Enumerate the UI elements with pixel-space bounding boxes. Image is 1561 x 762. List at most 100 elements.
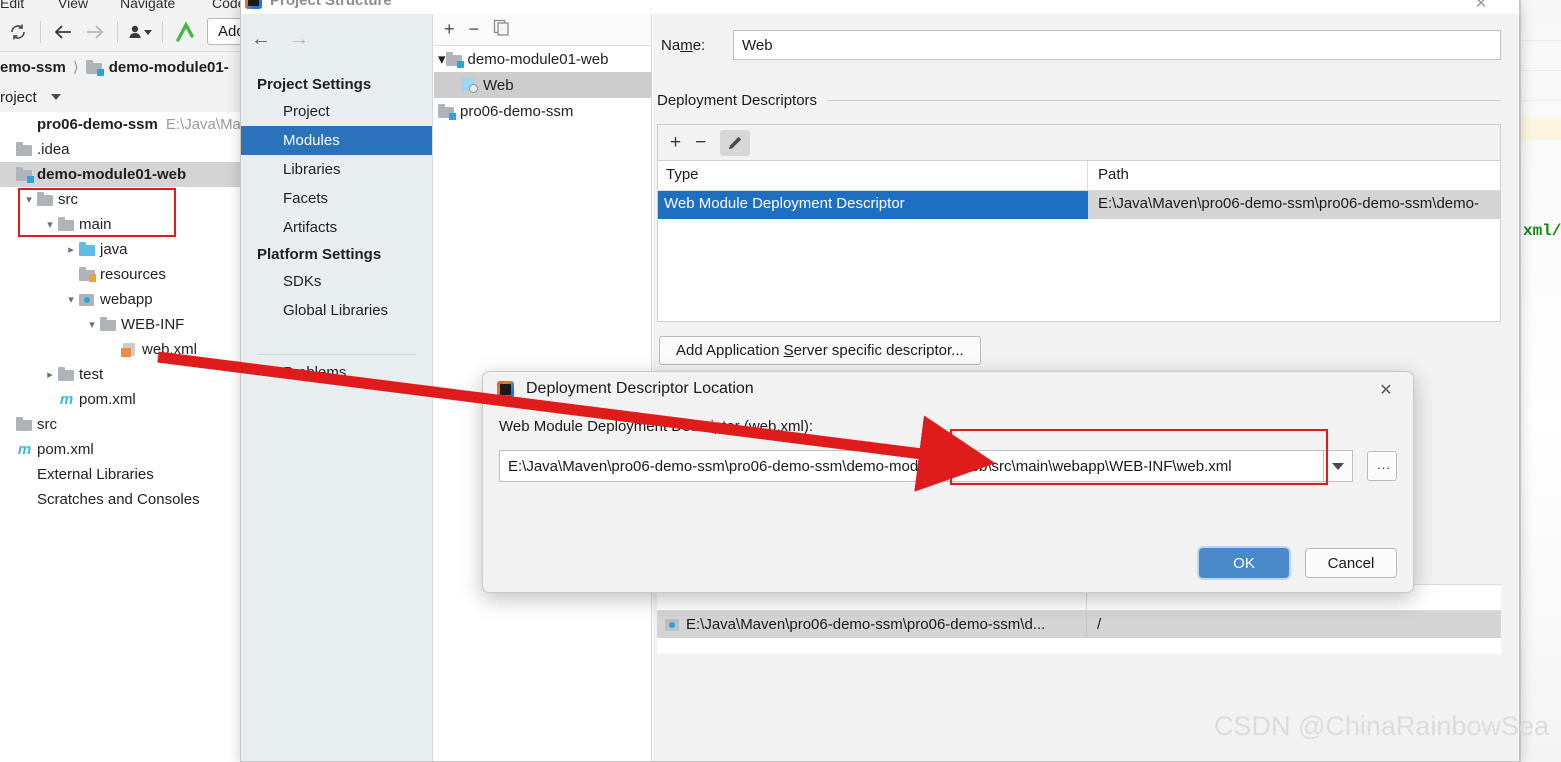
tree-item-scratches-and-consoles[interactable]: Scratches and Consoles <box>0 487 240 512</box>
tree-item-external-libraries[interactable]: External Libraries <box>0 462 240 487</box>
minus-icon[interactable]: − <box>695 132 706 154</box>
modal-button-bar: OK Cancel <box>1199 548 1397 578</box>
tree-item-main[interactable]: ▾ main <box>0 212 240 237</box>
column-header-path[interactable]: Path <box>1088 161 1500 190</box>
column-header-type[interactable]: Type <box>658 161 1088 190</box>
user-dropdown-icon[interactable] <box>124 17 156 47</box>
module-tree-item-pro06-demo-ssm[interactable]: pro06-demo-ssm <box>434 98 651 124</box>
tree-item-label: WEB-INF <box>121 316 185 333</box>
pencil-icon[interactable] <box>720 129 751 156</box>
webapp-folder-icon <box>79 292 96 307</box>
blank-icon <box>16 467 33 482</box>
back-arrow-icon[interactable]: ← <box>251 28 271 51</box>
chevron-down-icon[interactable] <box>1323 450 1353 482</box>
refresh-icon[interactable] <box>2 17 34 47</box>
chevron-down-icon[interactable] <box>50 94 61 100</box>
plus-icon[interactable]: + <box>670 132 681 154</box>
web-facet-icon <box>460 77 478 93</box>
cancel-button[interactable]: Cancel <box>1305 548 1397 578</box>
modules-tree[interactable]: ▾ demo-module01-web Web pro06-demo-ssm <box>434 46 651 124</box>
sidebar-item-modules[interactable]: Modules <box>241 126 432 155</box>
menu-item-edit[interactable]: Edit <box>0 0 24 11</box>
screenshot-root: Edit View Navigate Code Add emo-ssm ⟩ de… <box>0 0 1561 762</box>
web-xml-path-input[interactable] <box>499 450 1323 482</box>
descriptor-table-toolbar: + − <box>658 125 1500 161</box>
folder-icon <box>58 367 75 382</box>
forward-arrow-icon[interactable] <box>79 17 111 47</box>
xml-file-icon <box>121 342 138 357</box>
deployment-descriptor-location-dialog: Deployment Descriptor Location ✕ Web Mod… <box>482 371 1414 593</box>
blank-icon <box>16 117 33 132</box>
resources-folder-icon <box>79 267 96 282</box>
tree-item-java[interactable]: ▸ java <box>0 237 240 262</box>
vcs-update-icon[interactable] <box>169 17 201 47</box>
modal-title: Deployment Descriptor Location <box>526 380 754 397</box>
chevron-down-icon[interactable]: ▾ <box>63 293 79 306</box>
intellij-idea-icon <box>497 380 514 398</box>
plus-icon[interactable]: + <box>444 19 455 40</box>
module-name-row: Name: <box>661 30 1501 60</box>
forward-arrow-icon[interactable]: → <box>289 28 309 51</box>
chevron-right-icon[interactable]: ▸ <box>42 368 58 381</box>
tree-item-resources[interactable]: resources <box>0 262 240 287</box>
tree-item-demo-module01-web[interactable]: demo-module01-web <box>0 162 240 187</box>
tree-item-web-inf[interactable]: ▾ WEB-INF <box>0 312 240 337</box>
modules-toolbar: + − <box>434 14 651 46</box>
tree-item--idea[interactable]: .idea <box>0 137 240 162</box>
sidebar-item-libraries[interactable]: Libraries <box>241 155 432 184</box>
module-name-input[interactable] <box>733 30 1501 60</box>
source-folder-icon <box>79 242 96 257</box>
menu-item-navigate[interactable]: Navigate <box>120 0 175 11</box>
sidebar-item-project[interactable]: Project <box>241 97 432 126</box>
add-application-server-descriptor-button[interactable]: Add Application Server specific descript… <box>659 336 981 365</box>
sidebar-item-label: Problems <box>283 364 347 381</box>
project-tool-window-header[interactable]: roject <box>0 83 240 111</box>
modal-field-row: ... <box>499 450 1397 482</box>
module-tree-item-demo-module01-web[interactable]: ▾ demo-module01-web <box>434 46 651 72</box>
modal-title-bar: Deployment Descriptor Location <box>497 380 754 398</box>
module-icon <box>85 59 104 76</box>
chevron-down-icon[interactable]: ▾ <box>21 193 37 206</box>
sidebar-item-facets[interactable]: Facets <box>241 184 432 213</box>
module-tree-item-web[interactable]: Web <box>434 72 651 98</box>
sidebar-item-label: Project <box>283 103 330 120</box>
project-tree[interactable]: pro06-demo-ssm E:\Java\Maven .idea demo-mod… <box>0 112 240 762</box>
browse-button[interactable]: ... <box>1367 451 1397 481</box>
descriptor-table-header: Type Path <box>658 161 1500 191</box>
descriptor-table-row[interactable]: Web Module Deployment Descriptor E:\Java\… <box>658 191 1500 219</box>
tree-item-pom-xml[interactable]: m pom.xml <box>0 387 240 412</box>
back-arrow-icon[interactable] <box>47 17 79 47</box>
tree-item-src[interactable]: src <box>0 412 240 437</box>
module-folder-icon <box>445 51 464 68</box>
tree-item-src[interactable]: ▾ src <box>0 187 240 212</box>
tree-item-pro06-demo-ssm[interactable]: pro06-demo-ssm E:\Java\Maven <box>0 112 240 137</box>
tree-item-test[interactable]: ▸ test <box>0 362 240 387</box>
breadcrumb-current[interactable]: demo-module01- <box>109 59 229 76</box>
resource-path-cell: E:\Java\Maven\pro06-demo-ssm\pro06-demo-… <box>686 616 1046 633</box>
sidebar-item-problems[interactable]: Problems <box>241 358 432 387</box>
tree-item-label: main <box>79 216 112 233</box>
chevron-right-icon[interactable]: ▸ <box>63 243 79 256</box>
chevron-down-icon[interactable]: ▾ <box>84 318 100 331</box>
tree-item-webapp[interactable]: ▾ webapp <box>0 287 240 312</box>
sidebar-item-label: Libraries <box>283 161 341 178</box>
intellij-idea-icon <box>245 0 262 9</box>
close-icon[interactable]: ✕ <box>1471 0 1491 14</box>
sidebar-item-artifacts[interactable]: Artifacts <box>241 213 432 242</box>
editor-strip: xml/ <box>1520 0 1561 762</box>
tree-item-pom-xml[interactable]: m pom.xml <box>0 437 240 462</box>
tree-item-web-xml[interactable]: web.xml <box>0 337 240 362</box>
resource-table-row[interactable]: E:\Java\Maven\pro06-demo-ssm\pro06-demo-… <box>657 611 1501 638</box>
minus-icon[interactable]: − <box>469 19 480 40</box>
copy-icon[interactable] <box>493 19 510 41</box>
menu-item-view[interactable]: View <box>58 0 88 11</box>
sidebar-item-global-libraries[interactable]: Global Libraries <box>241 296 432 325</box>
tree-item-label: web.xml <box>142 341 198 358</box>
header-rule <box>827 99 1501 101</box>
ok-button[interactable]: OK <box>1199 548 1289 578</box>
chevron-down-icon[interactable]: ▾ <box>438 50 446 68</box>
sidebar-item-sdks[interactable]: SDKs <box>241 267 432 296</box>
chevron-down-icon[interactable]: ▾ <box>42 218 58 231</box>
close-icon[interactable]: ✕ <box>1375 380 1397 402</box>
breadcrumb-parent[interactable]: emo-ssm <box>0 59 66 76</box>
